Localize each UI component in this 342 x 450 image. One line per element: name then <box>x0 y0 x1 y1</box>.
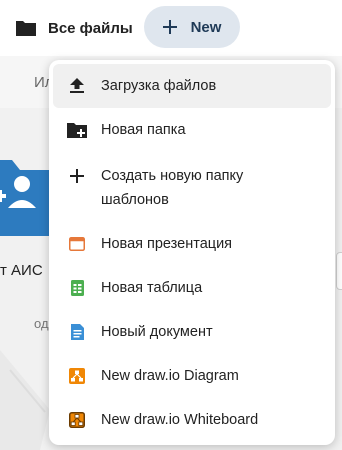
new-menu: Загрузка файлов Новая папка Создать нову… <box>49 60 335 445</box>
top-bar: Все файлы New <box>0 0 342 56</box>
menu-item-new-drawio-whiteboard[interactable]: New draw.io Whiteboard <box>53 398 331 442</box>
menu-item-new-spreadsheet[interactable]: Новая таблица <box>53 266 331 310</box>
menu-item-label: Новая таблица <box>101 280 203 296</box>
breadcrumb-label: Все файлы <box>48 19 133 37</box>
menu-item-label: New draw.io Whiteboard <box>101 412 259 428</box>
shared-folder-icon[interactable] <box>0 150 56 236</box>
new-button-label: New <box>190 18 222 36</box>
upload-icon <box>67 76 87 96</box>
plus-icon <box>67 166 87 186</box>
files-app: Ил т АИС од Все файлы New Загрузка файло… <box>0 0 342 450</box>
spreadsheet-icon <box>67 278 87 298</box>
drawio-diagram-icon <box>67 366 87 386</box>
presentation-icon <box>67 234 87 254</box>
menu-item-upload-files[interactable]: Загрузка файлов <box>53 64 331 108</box>
menu-item-new-drawio-diagram[interactable]: New draw.io Diagram <box>53 354 331 398</box>
menu-item-new-presentation[interactable]: Новая презентация <box>53 222 331 266</box>
folder-plus-icon <box>67 120 87 140</box>
menu-item-new-template-folder[interactable]: Создать новую папку шаблонов <box>53 152 331 222</box>
breadcrumb-all-files[interactable]: Все файлы <box>16 10 133 46</box>
menu-item-label: New draw.io Diagram <box>101 368 239 384</box>
folder-card-sub: од <box>34 316 49 331</box>
menu-item-label: Новая папка <box>101 122 186 138</box>
menu-item-new-document[interactable]: Новый документ <box>53 310 331 354</box>
menu-item-label: Новая презентация <box>101 236 233 252</box>
menu-item-new-folder[interactable]: Новая папка <box>53 108 331 152</box>
drawio-whiteboard-icon <box>67 410 87 430</box>
menu-item-label: Создать новую папку шаблонов <box>101 168 244 208</box>
document-icon <box>67 322 87 342</box>
folder-card-label: т АИС <box>0 262 43 279</box>
menu-item-label: Новый документ <box>101 324 213 340</box>
scroll-thumb[interactable] <box>336 252 342 290</box>
plus-icon <box>162 20 177 34</box>
menu-item-label: Загрузка файлов <box>101 78 217 94</box>
folder-icon <box>16 21 36 36</box>
new-button[interactable]: New <box>144 6 240 48</box>
